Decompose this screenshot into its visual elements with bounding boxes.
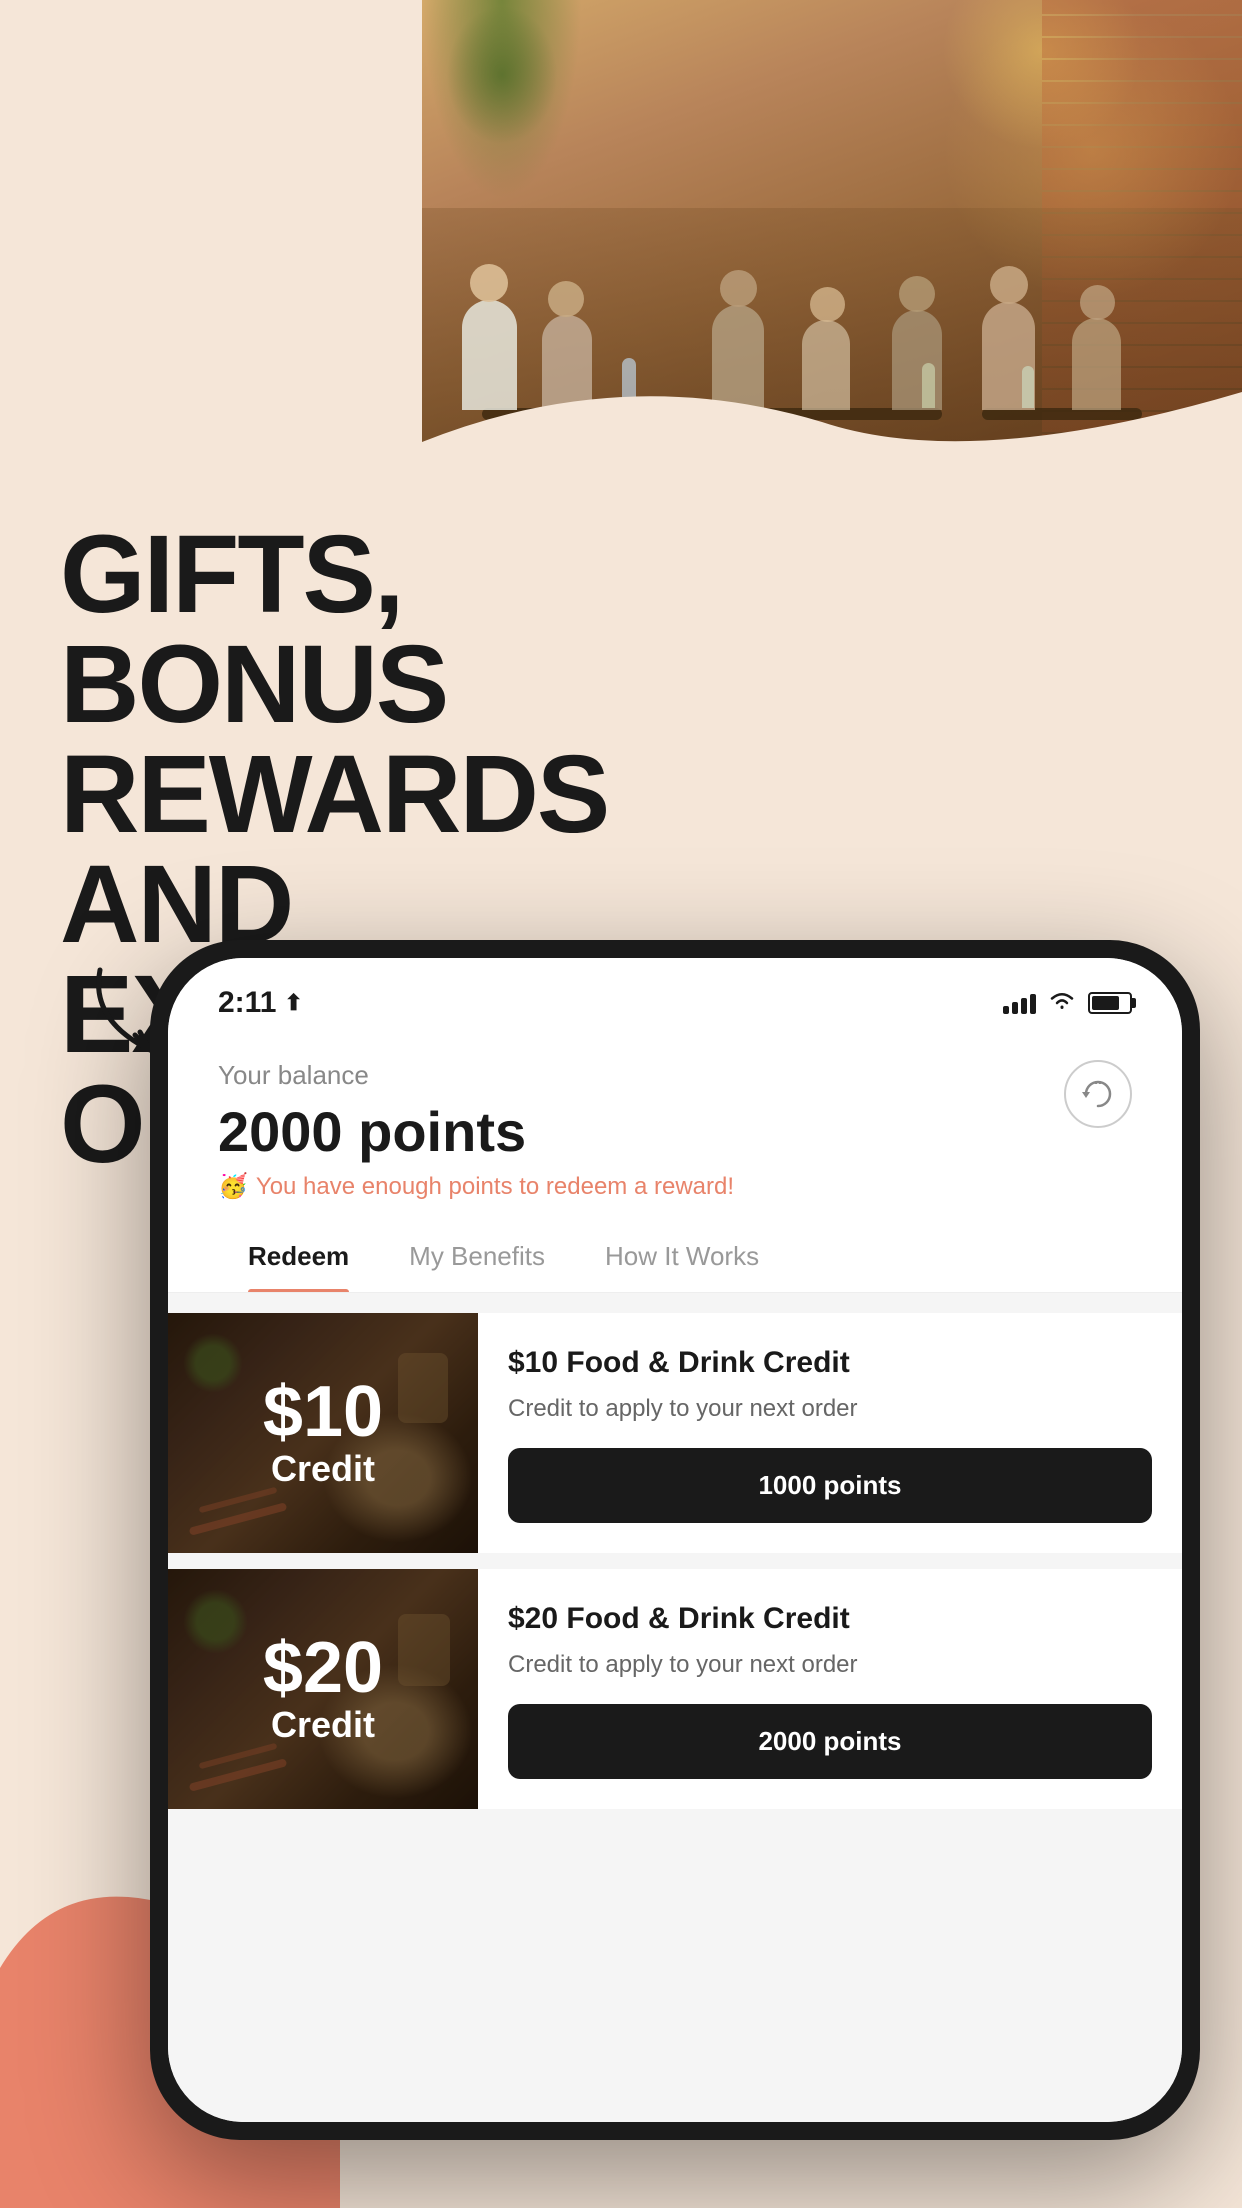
reward-desc-20: Credit to apply to your next order: [508, 1648, 1152, 1682]
balance-label: Your balance: [218, 1060, 734, 1091]
headline-line2: REWARDS AND: [60, 740, 740, 960]
reward-dollar-1: $10: [263, 1376, 383, 1448]
reward-card-10: $10 Credit $10 Food & Drink Credit Credi…: [168, 1313, 1182, 1553]
reward-desc-10: Credit to apply to your next order: [508, 1392, 1152, 1426]
phone-mockup: 2:11 ⬆: [150, 940, 1200, 2140]
signal-bar-2: [1012, 1002, 1018, 1014]
reward-credit-label-1: Credit: [263, 1448, 383, 1490]
phone-inner: 2:11 ⬆: [168, 958, 1182, 2122]
hero-photo: [422, 0, 1242, 520]
status-bar: 2:11 ⬆: [168, 958, 1182, 1030]
redeem-button-20[interactable]: 2000 points: [508, 1704, 1152, 1779]
reward-info-10: $10 Food & Drink Credit Credit to apply …: [478, 1313, 1182, 1553]
reward-title-10: $10 Food & Drink Credit: [508, 1343, 1152, 1382]
reward-image-20: $20 Credit: [168, 1569, 478, 1809]
tab-my-benefits[interactable]: My Benefits: [379, 1221, 575, 1292]
reward-card-20: $20 Credit $20 Food & Drink Credit Credi…: [168, 1569, 1182, 1809]
signal-bar-3: [1021, 998, 1027, 1014]
refresh-button[interactable]: [1064, 1060, 1132, 1128]
wifi-icon: [1048, 989, 1076, 1017]
redeem-points-label-20: 2000 points: [758, 1726, 901, 1756]
reward-info-20: $20 Food & Drink Credit Credit to apply …: [478, 1569, 1182, 1809]
tab-how-it-works-label: How It Works: [605, 1241, 759, 1271]
signal-bar-1: [1003, 1006, 1009, 1014]
reward-title-20: $20 Food & Drink Credit: [508, 1599, 1152, 1638]
balance-info: Your balance 2000 points 🥳 You have enou…: [218, 1060, 734, 1201]
rewards-list: $10 Credit $10 Food & Drink Credit Credi…: [168, 1293, 1182, 2122]
reward-credit-label-2: Credit: [263, 1704, 383, 1746]
status-icons: [1003, 989, 1132, 1017]
redeem-button-10[interactable]: 1000 points: [508, 1448, 1152, 1523]
party-emoji: 🥳: [218, 1172, 248, 1201]
headline-line1: GIFTS, BONUS: [60, 520, 740, 740]
phone-outer: 2:11 ⬆: [150, 940, 1200, 2140]
tab-redeem-label: Redeem: [248, 1241, 349, 1271]
reward-image-10: $10 Credit: [168, 1313, 478, 1553]
battery-icon: [1088, 992, 1132, 1014]
balance-message: 🥳 You have enough points to redeem a rew…: [218, 1172, 734, 1201]
balance-section: Your balance 2000 points 🥳 You have enou…: [168, 1030, 1182, 1221]
time-display: 2:11: [218, 986, 276, 1020]
reward-amount-1: $10 Credit: [263, 1376, 383, 1490]
reward-dollar-2: $20: [263, 1632, 383, 1704]
location-arrow-icon: ⬆: [284, 990, 302, 1016]
hero-wave-svg: [422, 362, 1242, 520]
tab-redeem[interactable]: Redeem: [218, 1221, 379, 1292]
app-content: Your balance 2000 points 🥳 You have enou…: [168, 1030, 1182, 2122]
tab-navigation: Redeem My Benefits How It Works: [168, 1221, 1182, 1293]
tab-my-benefits-label: My Benefits: [409, 1241, 545, 1271]
signal-bars-icon: [1003, 992, 1036, 1014]
refresh-icon: [1080, 1076, 1116, 1112]
status-time: 2:11 ⬆: [218, 986, 303, 1020]
battery-fill: [1092, 996, 1119, 1010]
signal-bar-4: [1030, 994, 1036, 1014]
balance-amount: 2000 points: [218, 1099, 734, 1164]
redeem-points-label-10: 1000 points: [758, 1470, 901, 1500]
balance-message-text: You have enough points to redeem a rewar…: [256, 1173, 734, 1201]
tab-how-it-works[interactable]: How It Works: [575, 1221, 789, 1292]
reward-amount-2: $20 Credit: [263, 1632, 383, 1746]
